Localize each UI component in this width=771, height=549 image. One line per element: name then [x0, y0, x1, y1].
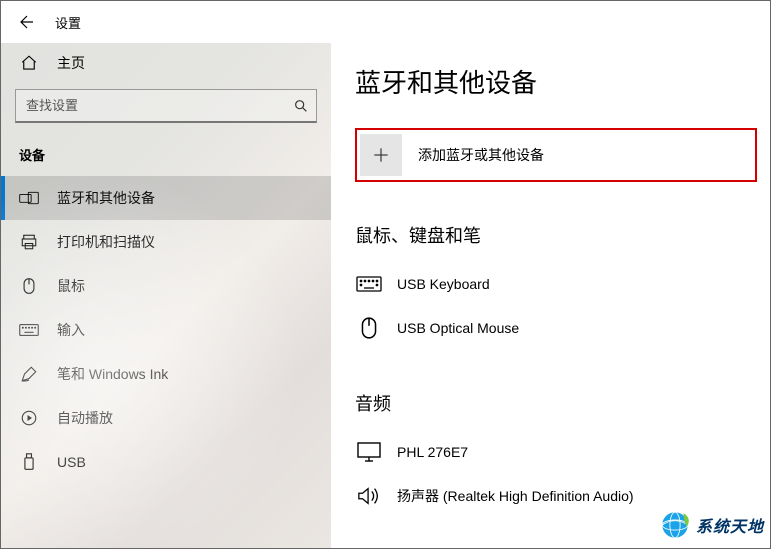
devices-icon — [19, 188, 39, 208]
back-button[interactable] — [13, 8, 41, 36]
printer-icon — [19, 232, 39, 252]
device-mouse[interactable]: USB Optical Mouse — [355, 306, 770, 350]
pen-icon — [19, 364, 39, 384]
home-label: 主页 — [57, 53, 85, 73]
sidebar-item-typing[interactable]: 输入 — [1, 308, 331, 352]
add-device-highlight: 添加蓝牙或其他设备 — [355, 128, 757, 182]
search-wrap — [15, 89, 317, 123]
sidebar-item-label: 输入 — [57, 320, 85, 340]
plus-tile — [360, 134, 402, 176]
plus-icon — [371, 145, 391, 165]
keyboard-icon — [19, 320, 39, 340]
device-keyboard[interactable]: USB Keyboard — [355, 262, 770, 306]
monitor-icon — [355, 438, 383, 466]
watermark-text: 系统天地 — [696, 513, 764, 537]
watermark: 系统天地 — [658, 508, 764, 542]
sidebar-item-mouse[interactable]: 鼠标 — [1, 264, 331, 308]
device-label: 扬声器 (Realtek High Definition Audio) — [397, 486, 634, 506]
sidebar-item-bluetooth[interactable]: 蓝牙和其他设备 — [1, 176, 331, 220]
sidebar-item-label: 笔和 Windows Ink — [57, 364, 168, 384]
keyboard-icon — [355, 270, 383, 298]
sidebar-item-label: 鼠标 — [57, 276, 85, 296]
page-heading: 蓝牙和其他设备 — [355, 63, 770, 100]
device-label: USB Optical Mouse — [397, 320, 519, 336]
speaker-icon — [355, 482, 383, 510]
sidebar-nav: 蓝牙和其他设备 打印机和扫描仪 鼠标 输入 笔和 Windows Ink — [1, 176, 331, 484]
mouse-icon — [355, 314, 383, 342]
app-title: 设置 — [55, 13, 81, 32]
usb-icon — [19, 452, 39, 472]
sidebar-section-title: 设备 — [1, 139, 331, 176]
sidebar-item-label: 自动播放 — [57, 408, 113, 428]
arrow-left-icon — [18, 13, 36, 31]
search-icon — [293, 98, 309, 114]
sidebar-item-autoplay[interactable]: 自动播放 — [1, 396, 331, 440]
add-device-button[interactable]: 添加蓝牙或其他设备 — [360, 133, 752, 177]
search-input[interactable] — [15, 89, 317, 123]
globe-icon — [658, 508, 692, 542]
add-device-label: 添加蓝牙或其他设备 — [418, 145, 544, 165]
sidebar-item-label: 蓝牙和其他设备 — [57, 188, 155, 208]
mouse-icon — [19, 276, 39, 296]
device-label: USB Keyboard — [397, 276, 490, 292]
sidebar-item-label: USB — [57, 454, 86, 470]
sidebar-item-pen[interactable]: 笔和 Windows Ink — [1, 352, 331, 396]
section-mouse-keyboard-pen: 鼠标、键盘和笔 — [355, 222, 770, 248]
home-nav[interactable]: 主页 — [1, 43, 331, 83]
device-monitor[interactable]: PHL 276E7 — [355, 430, 770, 474]
sidebar-item-printers[interactable]: 打印机和扫描仪 — [1, 220, 331, 264]
sidebar-item-label: 打印机和扫描仪 — [57, 232, 155, 252]
section-audio: 音频 — [355, 390, 770, 416]
sidebar-item-usb[interactable]: USB — [1, 440, 331, 484]
device-label: PHL 276E7 — [397, 444, 468, 460]
home-icon — [19, 54, 39, 72]
main-content: 蓝牙和其他设备 添加蓝牙或其他设备 鼠标、键盘和笔 USB Keyboard U… — [331, 43, 770, 548]
titlebar: 设置 — [1, 1, 770, 43]
sidebar: 主页 设备 蓝牙和其他设备 打印机和扫描仪 鼠标 — [1, 43, 331, 548]
autoplay-icon — [19, 408, 39, 428]
